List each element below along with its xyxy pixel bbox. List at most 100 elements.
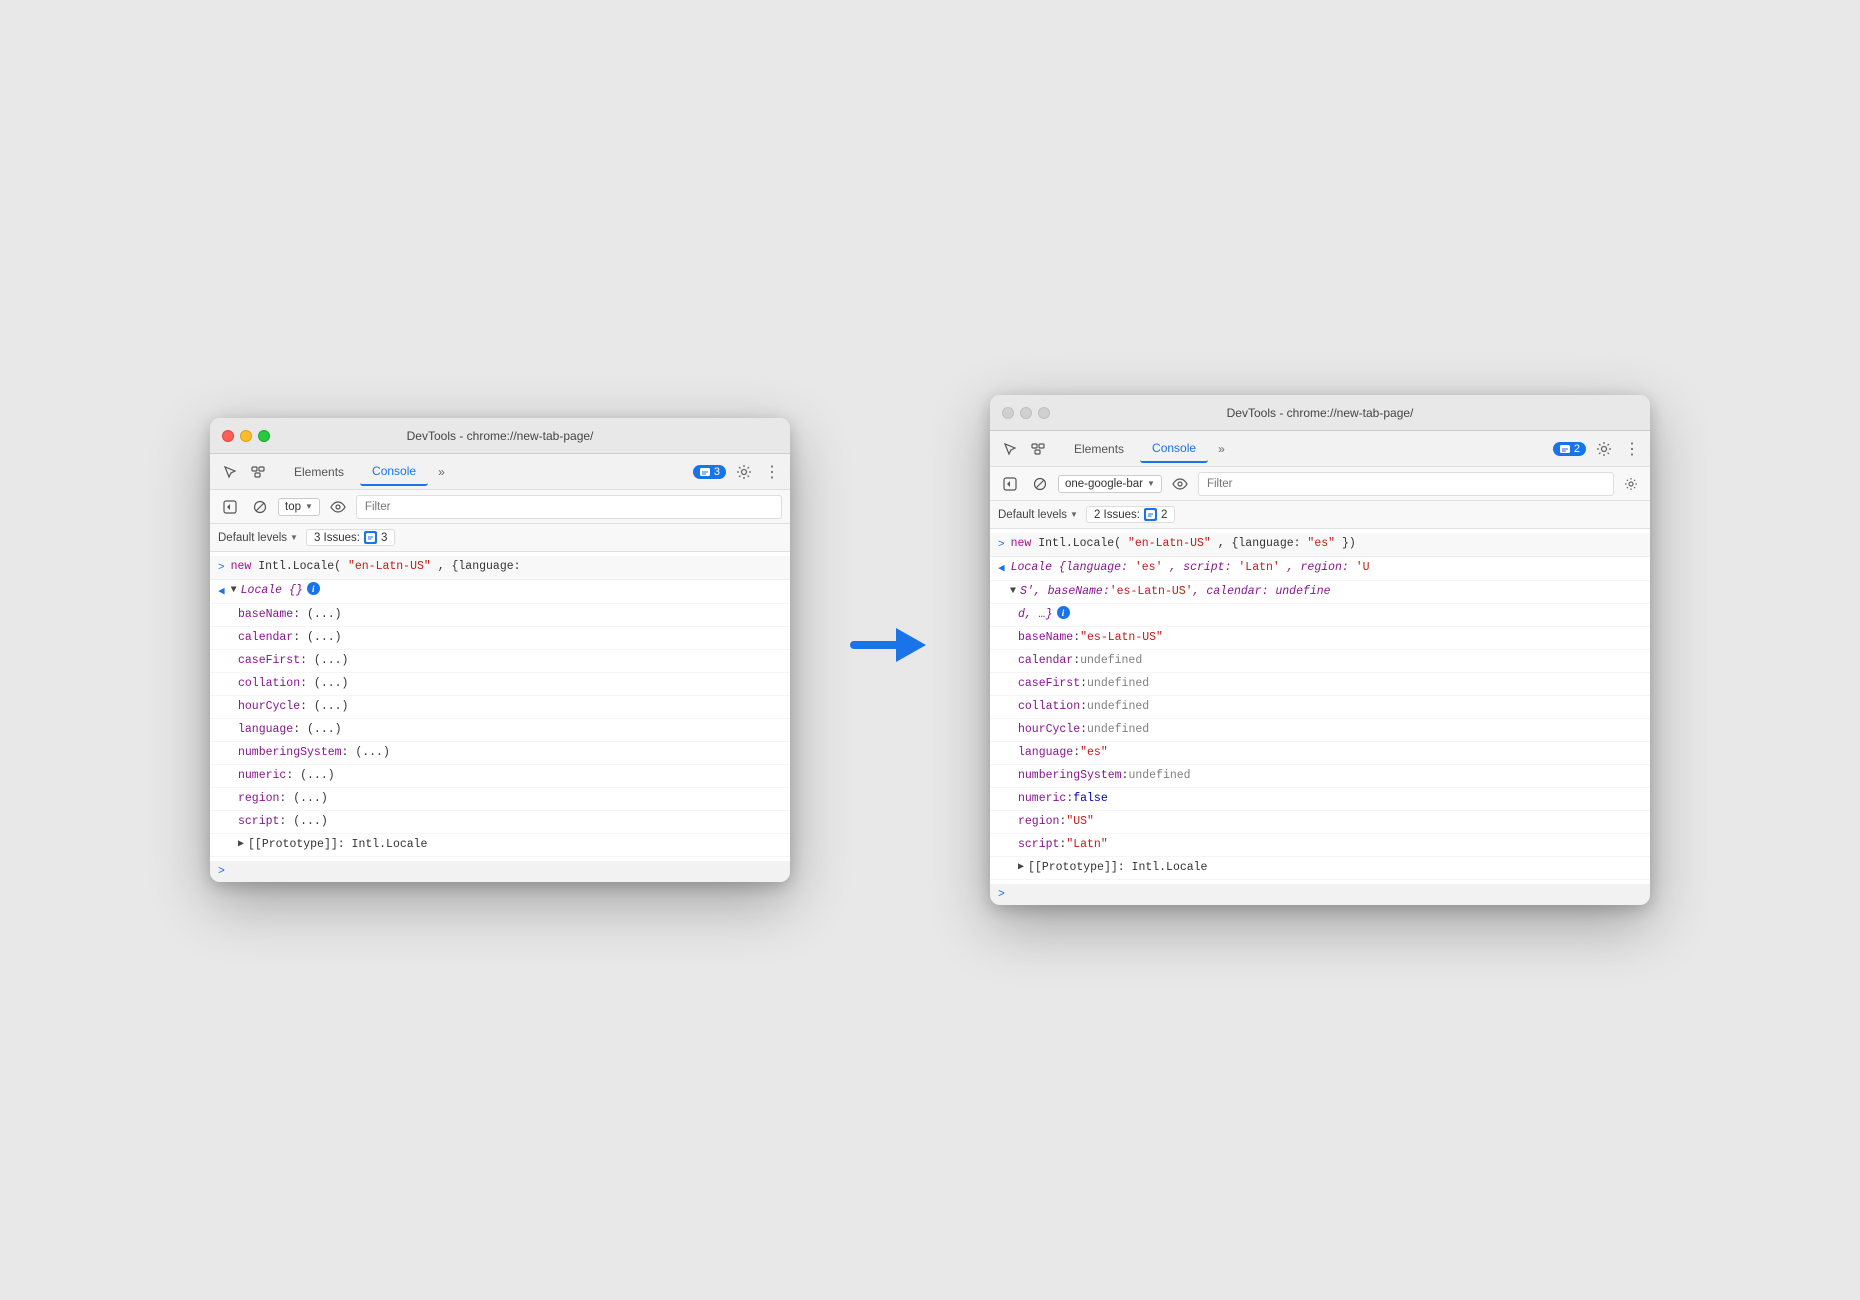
left-tab-console[interactable]: Console (360, 458, 428, 486)
right-console-content: > new Intl.Locale( "en-Latn-US" , {langu… (990, 529, 1650, 884)
right-window-title: DevTools - chrome://new-tab-page/ (1227, 406, 1414, 420)
left-filter-input[interactable] (356, 495, 782, 519)
left-settings-icon[interactable] (734, 462, 754, 482)
left-prop-script: script : (...) (210, 811, 790, 834)
left-tab-icons (218, 460, 270, 484)
left-info-icon: i (307, 582, 320, 595)
left-cursor-icon[interactable] (218, 460, 242, 484)
left-prop-region: region : (...) (210, 788, 790, 811)
right-prop-hourcycle: hourCycle : undefined (990, 719, 1650, 742)
right-prop-basename: baseName : "es-Latn-US" (990, 627, 1650, 650)
right-result-line1: ◀ Locale {language: 'es' , script: 'Latn… (990, 557, 1650, 581)
right-cursor-icon[interactable] (998, 437, 1022, 461)
right-expand-arrow[interactable]: ▼ (1010, 583, 1016, 601)
left-command-line: > new Intl.Locale( "en-Latn-US" , {langu… (210, 556, 790, 580)
left-block-icon[interactable] (248, 495, 272, 519)
right-tab-bar-right: 2 ⋮ (1553, 439, 1642, 459)
left-issues-count[interactable]: 3 Issues: 3 (306, 529, 395, 546)
right-prop-collation: collation : undefined (990, 696, 1650, 719)
left-status-bar: Default levels ▼ 3 Issues: 3 (210, 524, 790, 552)
left-tab-elements[interactable]: Elements (282, 459, 356, 485)
left-issues-badge[interactable]: 3 (693, 465, 726, 479)
right-prop-casefirst: caseFirst : undefined (990, 673, 1650, 696)
right-prop-script: script : "Latn" (990, 834, 1650, 857)
left-prop-language: language : (...) (210, 719, 790, 742)
right-levels-chevron: ▼ (1070, 510, 1078, 519)
left-maximize-button[interactable] (258, 430, 270, 442)
right-block-icon[interactable] (1028, 472, 1052, 496)
left-badge-count: 3 (714, 466, 720, 478)
left-traffic-lights (222, 430, 270, 442)
right-issues-badge[interactable]: 2 (1553, 442, 1586, 456)
left-dom-icon[interactable] (246, 460, 270, 484)
right-traffic-lights (1002, 407, 1050, 419)
left-prop-prototype: ▶ [[Prototype]]: Intl.Locale (210, 834, 790, 857)
left-minimize-button[interactable] (240, 430, 252, 442)
right-toolbar: one-google-bar ▼ (990, 467, 1650, 501)
left-result-header: ◀ ▼ Locale {} i (210, 580, 790, 604)
right-context-selector[interactable]: one-google-bar ▼ (1058, 475, 1162, 493)
right-devtools-window: DevTools - chrome://new-tab-page/ (990, 395, 1650, 905)
left-title-bar: DevTools - chrome://new-tab-page/ (210, 418, 790, 454)
left-tab-bar: Elements Console » 3 ⋮ (210, 454, 790, 490)
right-settings-icon[interactable] (1594, 439, 1614, 459)
left-proto-expand[interactable]: ▶ (238, 836, 244, 854)
right-result-line2: ▼ S', baseName: 'es-Latn-US' , calendar:… (990, 581, 1650, 604)
left-console-content: > new Intl.Locale( "en-Latn-US" , {langu… (210, 552, 790, 861)
left-devtools-window: DevTools - chrome://new-tab-page/ (210, 418, 790, 882)
left-default-levels[interactable]: Default levels ▼ (218, 532, 298, 544)
right-dom-icon[interactable] (1026, 437, 1050, 461)
left-result-arrow: ◀ (218, 583, 225, 601)
left-prop-numbering: numberingSystem : (...) (210, 742, 790, 765)
right-default-levels[interactable]: Default levels ▼ (998, 509, 1078, 521)
right-prop-numbering: numberingSystem : undefined (990, 765, 1650, 788)
left-prop-hourcycle: hourCycle : (...) (210, 696, 790, 719)
right-tab-more[interactable]: » (1212, 442, 1231, 456)
right-result-line3: d, …} i (990, 604, 1650, 627)
right-filter-input[interactable] (1198, 472, 1614, 496)
right-filter-gear-icon[interactable] (1620, 473, 1642, 495)
right-context-chevron: ▼ (1147, 479, 1155, 488)
left-prop-casefirst: caseFirst : (...) (210, 650, 790, 673)
right-prompt[interactable]: > (990, 884, 1650, 905)
left-prop-basename: baseName : (...) (210, 604, 790, 627)
left-eye-icon[interactable] (326, 495, 350, 519)
direction-arrow (850, 620, 930, 680)
right-close-button[interactable] (1002, 407, 1014, 419)
right-prop-region: region : "US" (990, 811, 1650, 834)
right-msg-icon (1144, 508, 1157, 521)
left-run-icon[interactable] (218, 495, 242, 519)
right-eye-icon[interactable] (1168, 472, 1192, 496)
left-prop-calendar: calendar : (...) (210, 627, 790, 650)
left-tab-bar-right: 3 ⋮ (693, 462, 782, 482)
right-run-icon[interactable] (998, 472, 1022, 496)
scene: DevTools - chrome://new-tab-page/ (210, 395, 1650, 905)
right-proto-expand[interactable]: ▶ (1018, 859, 1024, 877)
left-prop-numeric: numeric : (...) (210, 765, 790, 788)
left-expand-arrow[interactable]: ▼ (231, 582, 237, 600)
right-prop-prototype: ▶ [[Prototype]]: Intl.Locale (990, 857, 1650, 880)
right-maximize-button[interactable] (1038, 407, 1050, 419)
right-minimize-button[interactable] (1020, 407, 1032, 419)
left-close-button[interactable] (222, 430, 234, 442)
right-tab-elements[interactable]: Elements (1062, 436, 1136, 462)
right-badge-count: 2 (1574, 443, 1580, 455)
left-prop-collation: collation : (...) (210, 673, 790, 696)
right-tab-console[interactable]: Console (1140, 435, 1208, 463)
right-context-label: one-google-bar (1065, 478, 1143, 490)
right-status-bar: Default levels ▼ 2 Issues: 2 (990, 501, 1650, 529)
left-tab-more[interactable]: » (432, 465, 451, 479)
left-toolbar: top ▼ (210, 490, 790, 524)
left-more-icon[interactable]: ⋮ (762, 462, 782, 482)
right-tab-bar: Elements Console » 2 ⋮ (990, 431, 1650, 467)
right-title-bar: DevTools - chrome://new-tab-page/ (990, 395, 1650, 431)
right-issues-count[interactable]: 2 Issues: 2 (1086, 506, 1175, 523)
right-command-line: > new Intl.Locale( "en-Latn-US" , {langu… (990, 533, 1650, 557)
left-levels-chevron: ▼ (290, 533, 298, 542)
left-context-selector[interactable]: top ▼ (278, 498, 320, 516)
left-window-title: DevTools - chrome://new-tab-page/ (407, 429, 594, 443)
right-tab-icons (998, 437, 1050, 461)
left-msg-icon (364, 531, 377, 544)
left-prompt[interactable]: > (210, 861, 790, 882)
right-more-icon[interactable]: ⋮ (1622, 439, 1642, 459)
